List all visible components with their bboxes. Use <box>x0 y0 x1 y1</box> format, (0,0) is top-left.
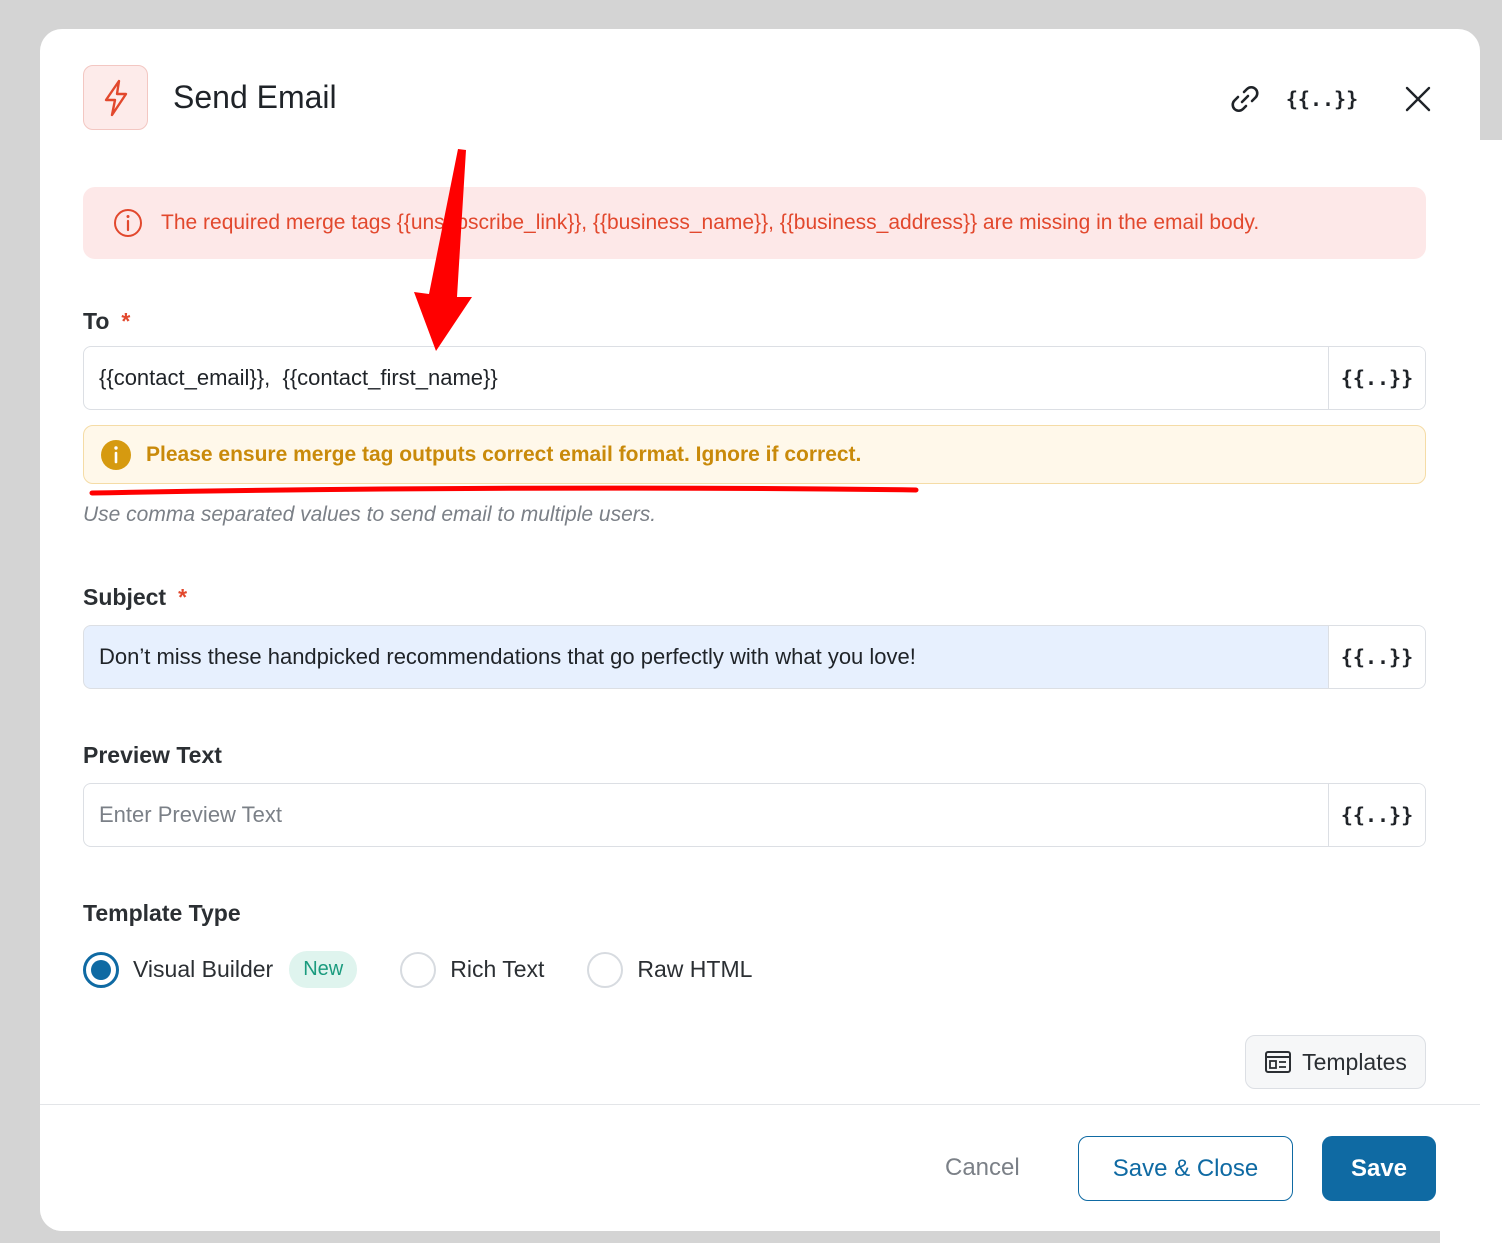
new-badge: New <box>289 951 358 988</box>
lightning-icon <box>83 65 148 130</box>
subject-label-text: Subject <box>83 584 167 610</box>
radio-rich-text[interactable] <box>400 951 437 988</box>
required-mark: * <box>121 308 131 334</box>
missing-merge-tags-alert: The required merge tags {{unsubscribe_li… <box>83 187 1426 259</box>
subject-label: Subject * <box>83 584 187 611</box>
template-type-options: Visual Builder New Rich Text Raw HTML <box>83 951 752 988</box>
to-label-text: To <box>83 308 110 334</box>
cancel-button[interactable]: Cancel <box>945 1154 1020 1182</box>
radio-visual-builder[interactable] <box>83 951 119 988</box>
to-label: To * <box>83 308 130 335</box>
radio-label-rich-text: Rich Text <box>450 956 545 982</box>
to-input[interactable] <box>84 347 1328 409</box>
subject-merge-tag-button[interactable]: {{..}} <box>1328 626 1425 688</box>
annotation-underline <box>89 485 919 496</box>
preview-text-field: {{..}} <box>83 783 1426 847</box>
link-icon[interactable] <box>1225 79 1265 119</box>
email-format-warning: Please ensure merge tag outputs correct … <box>83 425 1426 484</box>
modal-header: Send Email {{..}} <box>40 29 1480 169</box>
save-button[interactable]: Save <box>1322 1136 1436 1201</box>
warning-info-icon <box>101 439 131 470</box>
send-email-modal: Send Email {{..}} The required merge tag… <box>40 29 1480 1231</box>
preview-merge-tag-button[interactable]: {{..}} <box>1328 784 1425 846</box>
radio-raw-html[interactable] <box>587 951 624 988</box>
required-mark: * <box>178 584 188 610</box>
merge-tag-icon[interactable]: {{..}} <box>1286 79 1358 119</box>
preview-text-label: Preview Text <box>83 742 222 768</box>
radio-label-visual-builder: Visual Builder <box>133 956 274 982</box>
close-icon[interactable] <box>1398 79 1438 119</box>
templates-button[interactable]: Templates <box>1245 1035 1426 1089</box>
to-field: {{..}} <box>83 346 1426 410</box>
template-icon <box>1265 1051 1292 1073</box>
info-icon <box>114 209 142 237</box>
warning-text: Please ensure merge tag outputs correct … <box>146 442 862 466</box>
to-hint: Use comma separated values to send email… <box>83 503 657 526</box>
subject-field: {{..}} <box>83 625 1426 689</box>
templates-button-label: Templates <box>1302 1048 1407 1075</box>
to-merge-tag-button[interactable]: {{..}} <box>1328 347 1425 409</box>
preview-text-input[interactable] <box>84 784 1328 846</box>
radio-label-raw-html: Raw HTML <box>637 956 753 982</box>
error-alert-text: The required merge tags {{unsubscribe_li… <box>161 211 1260 234</box>
modal-title: Send Email <box>173 79 337 115</box>
template-type-label: Template Type <box>83 900 241 926</box>
subject-input[interactable] <box>84 626 1328 688</box>
save-and-close-button[interactable]: Save & Close <box>1078 1136 1293 1201</box>
